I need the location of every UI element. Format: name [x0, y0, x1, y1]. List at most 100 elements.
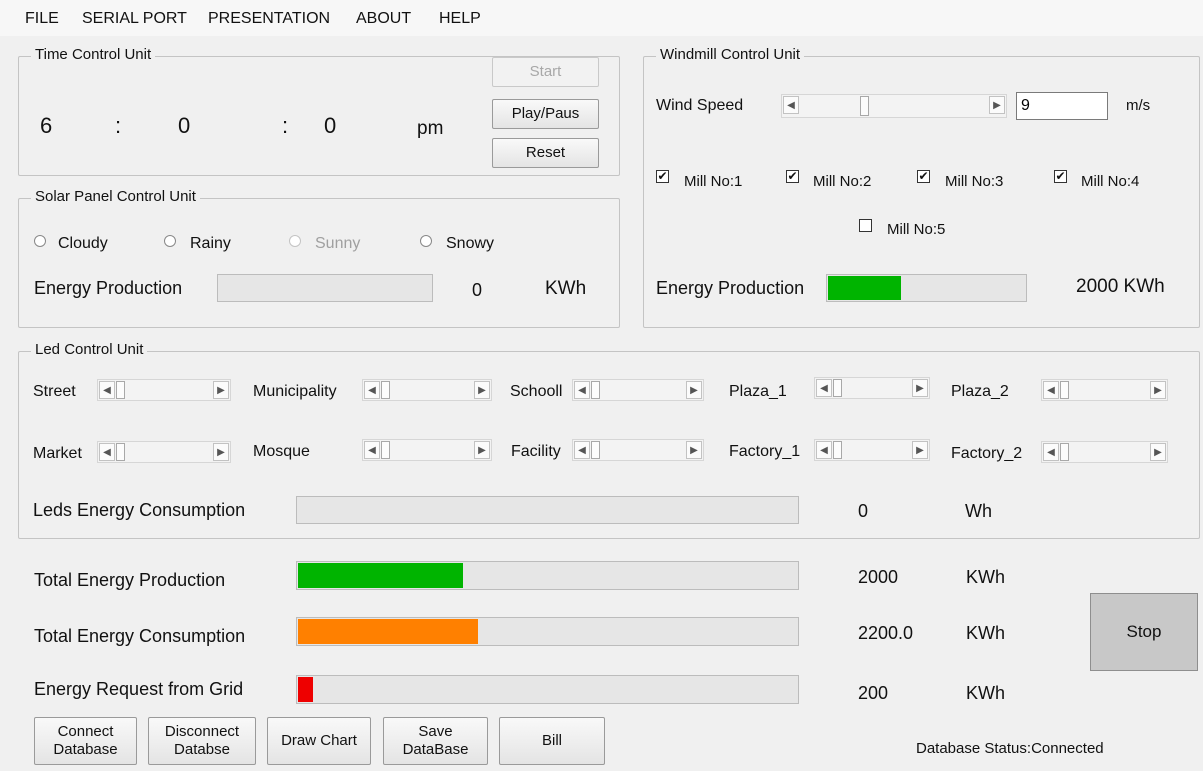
mill-2-checkbox[interactable]: ✔ [786, 170, 799, 183]
total-consumption-label: Total Energy Consumption [34, 626, 246, 646]
slider-thumb[interactable] [1060, 443, 1069, 461]
solar-energy-bar [217, 274, 433, 302]
time-minute: 0 [178, 113, 191, 138]
radio-snowy-label: Snowy [446, 235, 495, 252]
slider-thumb[interactable] [591, 441, 600, 459]
total-consumption-bar [296, 617, 799, 646]
scroll-right-icon[interactable]: ▶ [686, 381, 702, 399]
time-second: 0 [324, 113, 337, 138]
scroll-left-icon[interactable]: ◀ [99, 443, 115, 461]
menu-presentation[interactable]: PRESENTATION [208, 10, 330, 28]
scroll-right-icon[interactable]: ▶ [686, 441, 702, 459]
led-school-label: Schooll [510, 383, 563, 400]
scroll-left-icon[interactable]: ◀ [816, 441, 832, 459]
led-mosque-label: Mosque [253, 443, 310, 460]
led-plaza2-label: Plaza_2 [951, 383, 1009, 400]
grid-request-bar [296, 675, 799, 704]
radio-cloudy[interactable] [34, 235, 46, 247]
scroll-left-icon[interactable]: ◀ [1043, 381, 1059, 399]
led-school-slider[interactable]: ◀ ▶ [572, 379, 704, 401]
scroll-right-icon[interactable]: ▶ [912, 379, 928, 397]
scroll-right-icon[interactable]: ▶ [1150, 443, 1166, 461]
radio-snowy[interactable] [420, 235, 432, 247]
slider-thumb[interactable] [860, 96, 869, 116]
scroll-left-icon[interactable]: ◀ [364, 381, 380, 399]
time-separator: : [282, 113, 289, 138]
leds-consumption-label: Leds Energy Consumption [33, 500, 246, 520]
menu-file[interactable]: FILE [25, 10, 59, 28]
time-separator: : [115, 113, 122, 138]
slider-thumb[interactable] [1060, 381, 1069, 399]
slider-thumb[interactable] [381, 441, 390, 459]
led-facility-label: Facility [511, 443, 561, 460]
connect-database-button[interactable]: Connect Database [34, 717, 137, 765]
wind-energy-bar [826, 274, 1027, 302]
disconnect-database-button[interactable]: Disconnect Databse [148, 717, 256, 765]
scroll-left-icon[interactable]: ◀ [574, 381, 590, 399]
solar-panel-control-unit-title: Solar Panel Control Unit [31, 188, 200, 205]
scroll-left-icon[interactable]: ◀ [816, 379, 832, 397]
grid-request-bar-fill [298, 677, 313, 702]
slider-thumb[interactable] [116, 443, 125, 461]
menu-bar: FILE SERIAL PORT PRESENTATION ABOUT HELP [0, 0, 1203, 36]
radio-rainy[interactable] [164, 235, 176, 247]
slider-thumb[interactable] [833, 379, 842, 397]
led-market-label: Market [33, 445, 82, 462]
slider-thumb[interactable] [381, 381, 390, 399]
slider-thumb[interactable] [591, 381, 600, 399]
slider-thumb[interactable] [116, 381, 125, 399]
led-municipality-label: Municipality [253, 383, 337, 400]
led-street-slider[interactable]: ◀ ▶ [97, 379, 231, 401]
scroll-left-icon[interactable]: ◀ [364, 441, 380, 459]
led-factory1-slider[interactable]: ◀ ▶ [814, 439, 930, 461]
total-consumption-unit: KWh [966, 623, 1006, 643]
scroll-right-icon[interactable]: ▶ [1150, 381, 1166, 399]
play-pause-button[interactable]: Play/Paus [492, 99, 599, 129]
radio-cloudy-label: Cloudy [58, 235, 108, 252]
led-facility-slider[interactable]: ◀ ▶ [572, 439, 704, 461]
menu-serial-port[interactable]: SERIAL PORT [82, 10, 187, 28]
scroll-left-icon[interactable]: ◀ [99, 381, 115, 399]
wind-speed-input[interactable] [1016, 92, 1108, 120]
scroll-right-icon[interactable]: ▶ [474, 441, 490, 459]
scroll-right-icon[interactable]: ▶ [213, 443, 229, 461]
stop-button[interactable]: Stop [1090, 593, 1198, 671]
scroll-left-icon[interactable]: ◀ [1043, 443, 1059, 461]
scroll-left-icon[interactable]: ◀ [574, 441, 590, 459]
led-market-slider[interactable]: ◀ ▶ [97, 441, 231, 463]
wind-speed-slider[interactable]: ◀ ▶ [781, 94, 1007, 118]
menu-help[interactable]: HELP [439, 10, 481, 28]
scroll-right-icon[interactable]: ▶ [912, 441, 928, 459]
mill-1-label: Mill No:1 [684, 173, 743, 190]
scroll-right-icon[interactable]: ▶ [474, 381, 490, 399]
mill-4-checkbox[interactable]: ✔ [1054, 170, 1067, 183]
scroll-left-icon[interactable]: ◀ [783, 96, 799, 114]
save-database-button[interactable]: Save DataBase [383, 717, 488, 765]
windmill-control-unit-title: Windmill Control Unit [656, 46, 805, 63]
mill-5-checkbox[interactable] [859, 219, 872, 232]
led-plaza2-slider[interactable]: ◀ ▶ [1041, 379, 1168, 401]
wind-energy-label: Energy Production [656, 278, 805, 298]
slider-thumb[interactable] [833, 441, 842, 459]
scroll-right-icon[interactable]: ▶ [989, 96, 1005, 114]
start-button[interactable]: Start [492, 57, 599, 87]
total-production-value: 2000 [858, 567, 899, 587]
mill-1-checkbox[interactable]: ✔ [656, 170, 669, 183]
total-consumption-bar-fill [298, 619, 478, 644]
led-municipality-slider[interactable]: ◀ ▶ [362, 379, 492, 401]
radio-sunny[interactable] [289, 235, 301, 247]
bill-button[interactable]: Bill [499, 717, 605, 765]
time-ampm: pm [417, 118, 444, 139]
led-factory2-slider[interactable]: ◀ ▶ [1041, 441, 1168, 463]
scroll-right-icon[interactable]: ▶ [213, 381, 229, 399]
time-hour: 6 [40, 113, 53, 138]
solar-panel-control-unit: Solar Panel Control Unit [18, 188, 620, 328]
menu-about[interactable]: ABOUT [356, 10, 411, 28]
led-plaza1-slider[interactable]: ◀ ▶ [814, 377, 930, 399]
led-mosque-slider[interactable]: ◀ ▶ [362, 439, 492, 461]
draw-chart-button[interactable]: Draw Chart [267, 717, 371, 765]
total-consumption-value: 2200.0 [858, 623, 914, 643]
mill-3-checkbox[interactable]: ✔ [917, 170, 930, 183]
led-factory1-label: Factory_1 [729, 443, 801, 460]
reset-button[interactable]: Reset [492, 138, 599, 168]
